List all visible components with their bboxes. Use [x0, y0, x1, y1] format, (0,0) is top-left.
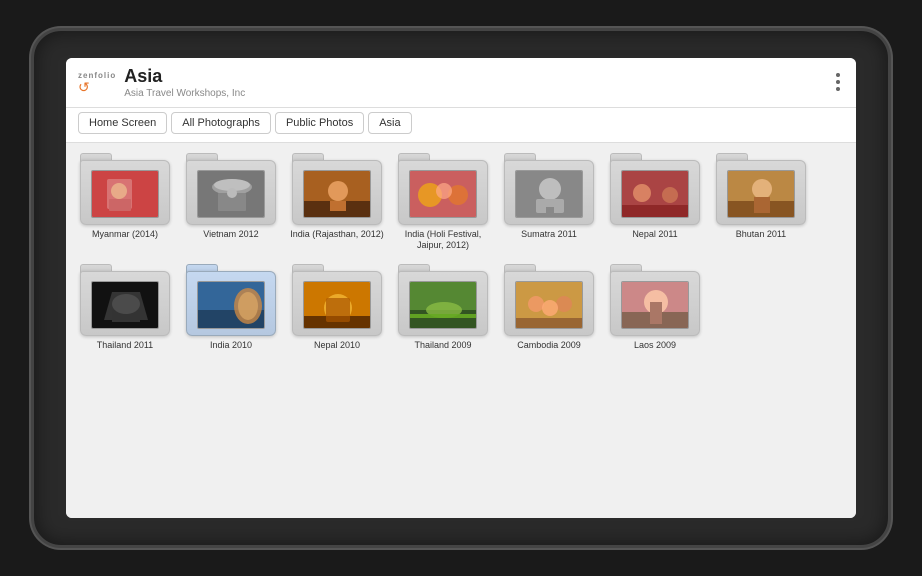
- folder-laos-2009[interactable]: Laos 2009: [608, 264, 702, 352]
- folder-thailand-2011[interactable]: Thailand 2011: [78, 264, 172, 352]
- folder-label: Myanmar (2014): [92, 229, 158, 241]
- folder-nepal-2010[interactable]: Nepal 2010: [290, 264, 384, 352]
- folder-icon-laos: [608, 264, 702, 336]
- folder-label: Bhutan 2011: [736, 229, 786, 241]
- folder-india-holi-2012[interactable]: India (Holi Festival, Jaipur, 2012): [396, 153, 490, 252]
- folder-photo: [621, 170, 689, 218]
- folder-photo: [409, 170, 477, 218]
- folder-photo: [303, 170, 371, 218]
- folder-icon-myanmar: [78, 153, 172, 225]
- folder-photo: [621, 281, 689, 329]
- folder-icon-india-2010: [184, 264, 278, 336]
- folder-sumatra-2011[interactable]: Sumatra 2011: [502, 153, 596, 252]
- header: zenfolio ↺ Asia Asia Travel Workshops, I…: [66, 58, 856, 108]
- folder-body: [716, 160, 806, 225]
- zenfolio-arrow-icon: ↺: [78, 80, 90, 94]
- folder-body: [610, 160, 700, 225]
- folder-body: [610, 271, 700, 336]
- more-dot-3: [836, 87, 840, 91]
- folder-body: [504, 271, 594, 336]
- folders-grid: Myanmar (2014): [78, 153, 844, 352]
- folder-thailand-2009[interactable]: Thailand 2009: [396, 264, 490, 352]
- folder-icon-vietnam: [184, 153, 278, 225]
- folder-icon-india-raj: [290, 153, 384, 225]
- tab-asia[interactable]: Asia: [368, 112, 411, 134]
- folder-icon-cambodia: [502, 264, 596, 336]
- tablet-frame: zenfolio ↺ Asia Asia Travel Workshops, I…: [31, 28, 891, 548]
- folder-photo: [91, 281, 159, 329]
- folder-icon-thailand-2009: [396, 264, 490, 336]
- folder-label: Sumatra 2011: [521, 229, 577, 241]
- folder-body: [398, 160, 488, 225]
- tab-all-photographs[interactable]: All Photographs: [171, 112, 271, 134]
- folder-photo: [515, 281, 583, 329]
- folder-label: Nepal 2011: [632, 229, 677, 241]
- folder-icon-india-holi: [396, 153, 490, 225]
- folder-photo: [91, 170, 159, 218]
- folder-body: [186, 271, 276, 336]
- page-subtitle: Asia Travel Workshops, Inc: [124, 88, 245, 99]
- tab-public-photos[interactable]: Public Photos: [275, 112, 364, 134]
- folder-body: [80, 271, 170, 336]
- folder-india-2010[interactable]: India 2010: [184, 264, 278, 352]
- folder-label: Thailand 2011: [97, 340, 153, 352]
- more-options-button[interactable]: [832, 69, 844, 95]
- folder-body: [292, 271, 382, 336]
- folder-icon-sumatra: [502, 153, 596, 225]
- folder-label: Cambodia 2009: [517, 340, 581, 352]
- title-block: Asia Asia Travel Workshops, Inc: [124, 66, 245, 99]
- folder-label: Thailand 2009: [414, 340, 471, 352]
- folder-label: Laos 2009: [634, 340, 676, 352]
- page-title: Asia: [124, 66, 245, 88]
- folder-photo: [197, 281, 265, 329]
- folder-bhutan-2011[interactable]: Bhutan 2011: [714, 153, 808, 252]
- folder-label: Vietnam 2012: [203, 229, 258, 241]
- folder-icon-thailand-2011: [78, 264, 172, 336]
- folder-photo: [727, 170, 795, 218]
- content-area: Myanmar (2014): [66, 143, 856, 518]
- folder-myanmar-2014[interactable]: Myanmar (2014): [78, 153, 172, 252]
- folder-body: [292, 160, 382, 225]
- folder-photo: [197, 170, 265, 218]
- folder-icon-nepal: [608, 153, 702, 225]
- folder-photo: [409, 281, 477, 329]
- folder-icon-nepal-2010: [290, 264, 384, 336]
- tab-home-screen[interactable]: Home Screen: [78, 112, 167, 134]
- zenfolio-logo: zenfolio ↺: [78, 71, 116, 94]
- folder-icon-bhutan: [714, 153, 808, 225]
- folder-label: India 2010: [210, 340, 252, 352]
- more-dot-2: [836, 80, 840, 84]
- folder-body: [80, 160, 170, 225]
- folder-photo: [303, 281, 371, 329]
- header-left: zenfolio ↺ Asia Asia Travel Workshops, I…: [78, 66, 245, 99]
- folder-body: [398, 271, 488, 336]
- screen: zenfolio ↺ Asia Asia Travel Workshops, I…: [66, 58, 856, 518]
- folder-nepal-2011[interactable]: Nepal 2011: [608, 153, 702, 252]
- folder-photo: [515, 170, 583, 218]
- folder-label: India (Holi Festival, Jaipur, 2012): [396, 229, 490, 252]
- folder-body: [504, 160, 594, 225]
- more-dot-1: [836, 73, 840, 77]
- folder-label: Nepal 2010: [314, 340, 360, 352]
- folder-vietnam-2012[interactable]: Vietnam 2012: [184, 153, 278, 252]
- folder-body: [186, 160, 276, 225]
- nav-tabs: Home Screen All Photographs Public Photo…: [66, 108, 856, 143]
- folder-india-rajasthan-2012[interactable]: India (Rajasthan, 2012): [290, 153, 384, 252]
- folder-label: India (Rajasthan, 2012): [290, 229, 384, 241]
- folder-cambodia-2009[interactable]: Cambodia 2009: [502, 264, 596, 352]
